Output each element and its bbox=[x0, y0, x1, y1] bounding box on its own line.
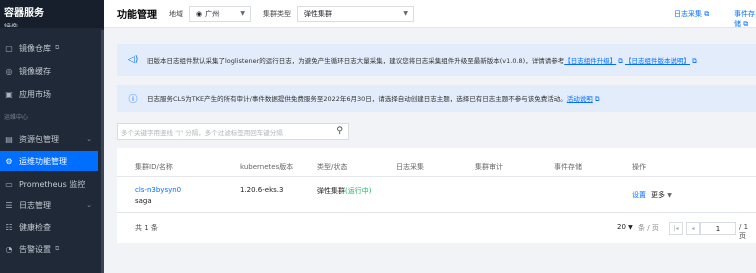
column-header: 操作 bbox=[632, 163, 646, 171]
sidebar: 容器服务 镜像... ▢ 镜像仓库 ⧉ ◎ 镜像缓存 ▣ 应用市场 运维中心 ▤… bbox=[0, 0, 104, 273]
cluster-table: 集群ID/名称 kubernetes版本 类型/状态 日志采集 集群审计 事件存… bbox=[117, 148, 756, 243]
sidebar-item-alarm[interactable]: ◔ 告警设置 ⧉ bbox=[0, 239, 100, 259]
cluster-id-link[interactable]: cls-n3bysyn0 bbox=[135, 186, 181, 194]
page-number-input[interactable]: 1 bbox=[700, 222, 736, 235]
external-link-icon: ⧉ bbox=[618, 56, 623, 65]
cache-icon: ◎ bbox=[5, 66, 13, 76]
sidebar-item-label: 资源包管理 bbox=[19, 134, 59, 144]
sidebar-item-prometheus[interactable]: ▭ Prometheus 监控 bbox=[0, 174, 100, 194]
notice-text: 旧版本日志组件默认采集了loglistener的运行日志，为避免产生循环日志大量… bbox=[147, 56, 565, 65]
sidebar-item-label: 镜像仓库 bbox=[19, 43, 51, 53]
activity-link[interactable]: 活动说明 bbox=[567, 95, 593, 103]
external-link-icon: ⧉ bbox=[55, 245, 60, 252]
upgrade-link[interactable]: 【日志组件升级】 bbox=[564, 57, 616, 65]
page-size-unit: 条 / 页 bbox=[638, 224, 659, 232]
cluster-type-value: 弹性集群 bbox=[304, 9, 332, 18]
cluster-type-label: 集群类型 bbox=[263, 9, 291, 18]
cluster-type-select[interactable]: 弹性集群 ▼ bbox=[297, 5, 414, 22]
divider bbox=[117, 176, 756, 177]
globe-icon: ◉ bbox=[196, 9, 203, 18]
first-page-button[interactable]: |◂ bbox=[669, 222, 683, 235]
external-link-icon: ⧉ bbox=[594, 95, 600, 103]
search-icon[interactable]: ⚲ bbox=[336, 126, 343, 136]
notice-text: 日志服务CLS为TKE产生的所有审计/事件数据提供免费服务至2022年6月30日… bbox=[147, 95, 567, 103]
region-select[interactable]: ◉ 广州 ▼ bbox=[189, 5, 251, 22]
sidebar-item-label: Prometheus 监控 bbox=[19, 179, 86, 189]
search-input[interactable]: 多个关键字用竖线 "|" 分隔，多个过滤标签用回车键分隔 ⚲ bbox=[117, 123, 349, 140]
sidebar-item-label: 日志管理 bbox=[19, 200, 51, 210]
sidebar-item-partial[interactable]: 镜像... bbox=[4, 22, 25, 27]
sidebar-item-health[interactable]: ☷ 健康检查 bbox=[0, 217, 100, 237]
package-icon: ▤ bbox=[5, 134, 13, 144]
market-icon: ▣ bbox=[5, 89, 13, 99]
health-icon: ☷ bbox=[5, 222, 13, 232]
total-pages: / 1 页 bbox=[739, 223, 749, 240]
settings-button[interactable]: 设置 bbox=[632, 190, 646, 200]
caret-down-icon: ▼ bbox=[403, 10, 408, 17]
k8s-version: 1.20.6-eks.3 bbox=[240, 186, 284, 194]
sidebar-item-label: 运维功能管理 bbox=[19, 156, 67, 166]
page-size-select[interactable]: 20 ▼ bbox=[617, 223, 633, 231]
status-badge: (运行中) bbox=[345, 187, 372, 195]
sidebar-scrollbar[interactable] bbox=[101, 30, 104, 273]
notice-banner-free: ⓘ 日志服务CLS为TKE产生的所有审计/事件数据提供免费服务至2022年6月3… bbox=[117, 85, 756, 112]
registry-icon: ▢ bbox=[5, 43, 13, 53]
sidebar-item-package[interactable]: ▤ 资源包管理 ⌄ bbox=[0, 129, 100, 149]
external-link-icon: ⧉ bbox=[692, 56, 697, 65]
caret-down-icon: ▼ bbox=[240, 10, 245, 17]
column-header: 事件存储 bbox=[554, 163, 582, 171]
page-title: 功能管理 bbox=[117, 10, 157, 21]
version-notes-link[interactable]: 【日志组件版本说明】 bbox=[625, 57, 690, 65]
event-storage-link[interactable]: 事件存储 ⧉ bbox=[734, 9, 756, 29]
ops-icon: ⚙ bbox=[5, 156, 13, 166]
sidebar-item-label: 健康检查 bbox=[19, 222, 51, 232]
caret-down-icon: ▼ bbox=[667, 192, 672, 199]
column-header: 集群ID/名称 bbox=[135, 163, 173, 171]
notice-banner-upgrade: ◁) 旧版本日志组件默认采集了loglistener的运行日志，为避免产生循环日… bbox=[117, 44, 756, 76]
cluster-name: saga bbox=[135, 197, 152, 205]
column-header: kubernetes版本 bbox=[240, 163, 294, 171]
sidebar-item-cache[interactable]: ◎ 镜像缓存 bbox=[0, 61, 100, 81]
total-count: 共 1 条 bbox=[135, 224, 158, 232]
column-header: 日志采集 bbox=[396, 163, 424, 171]
chevron-down-icon: ⌄ bbox=[86, 135, 92, 143]
chevron-down-icon: ⌄ bbox=[86, 201, 92, 209]
more-button[interactable]: 更多 ▼ bbox=[651, 190, 672, 200]
cluster-type-status: 弹性集群(运行中) bbox=[317, 187, 372, 195]
external-link-icon: ⧉ bbox=[55, 44, 60, 51]
divider bbox=[117, 212, 756, 213]
caret-down-icon: ▼ bbox=[628, 224, 633, 231]
alarm-icon: ◔ bbox=[5, 244, 13, 254]
sidebar-item-label: 镜像缓存 bbox=[19, 66, 51, 76]
sidebar-group-label: 运维中心 bbox=[4, 114, 29, 121]
sidebar-item-registry[interactable]: ▢ 镜像仓库 ⧉ bbox=[0, 38, 100, 58]
sidebar-item-label: 告警设置 bbox=[19, 244, 51, 254]
column-header: 集群审计 bbox=[475, 163, 503, 171]
monitor-icon: ▭ bbox=[5, 179, 13, 189]
sidebar-item-label: 应用市场 bbox=[19, 89, 51, 99]
search-placeholder: 多个关键字用竖线 "|" 分隔，多个过滤标签用回车键分隔 bbox=[121, 128, 283, 137]
header-bar: 功能管理 地域 ◉ 广州 ▼ 集群类型 弹性集群 ▼ 日志采集 ⧉ 事件存储 ⧉ bbox=[104, 0, 756, 28]
column-header: 类型/状态 bbox=[317, 163, 348, 171]
sidebar-item-log[interactable]: ☰ 日志管理 ⌄ bbox=[0, 195, 100, 215]
sidebar-item-market[interactable]: ▣ 应用市场 bbox=[0, 84, 100, 104]
region-label: 地域 bbox=[169, 9, 183, 18]
log-collect-link[interactable]: 日志采集 ⧉ bbox=[674, 9, 709, 19]
info-icon: ⓘ bbox=[128, 95, 138, 105]
sidebar-item-ops[interactable]: ⚙ 运维功能管理 bbox=[0, 151, 98, 171]
region-value: 广州 bbox=[205, 9, 220, 18]
log-icon: ☰ bbox=[5, 200, 13, 210]
prev-page-button[interactable]: ◂ bbox=[686, 222, 700, 235]
speaker-icon: ◁) bbox=[127, 55, 139, 65]
